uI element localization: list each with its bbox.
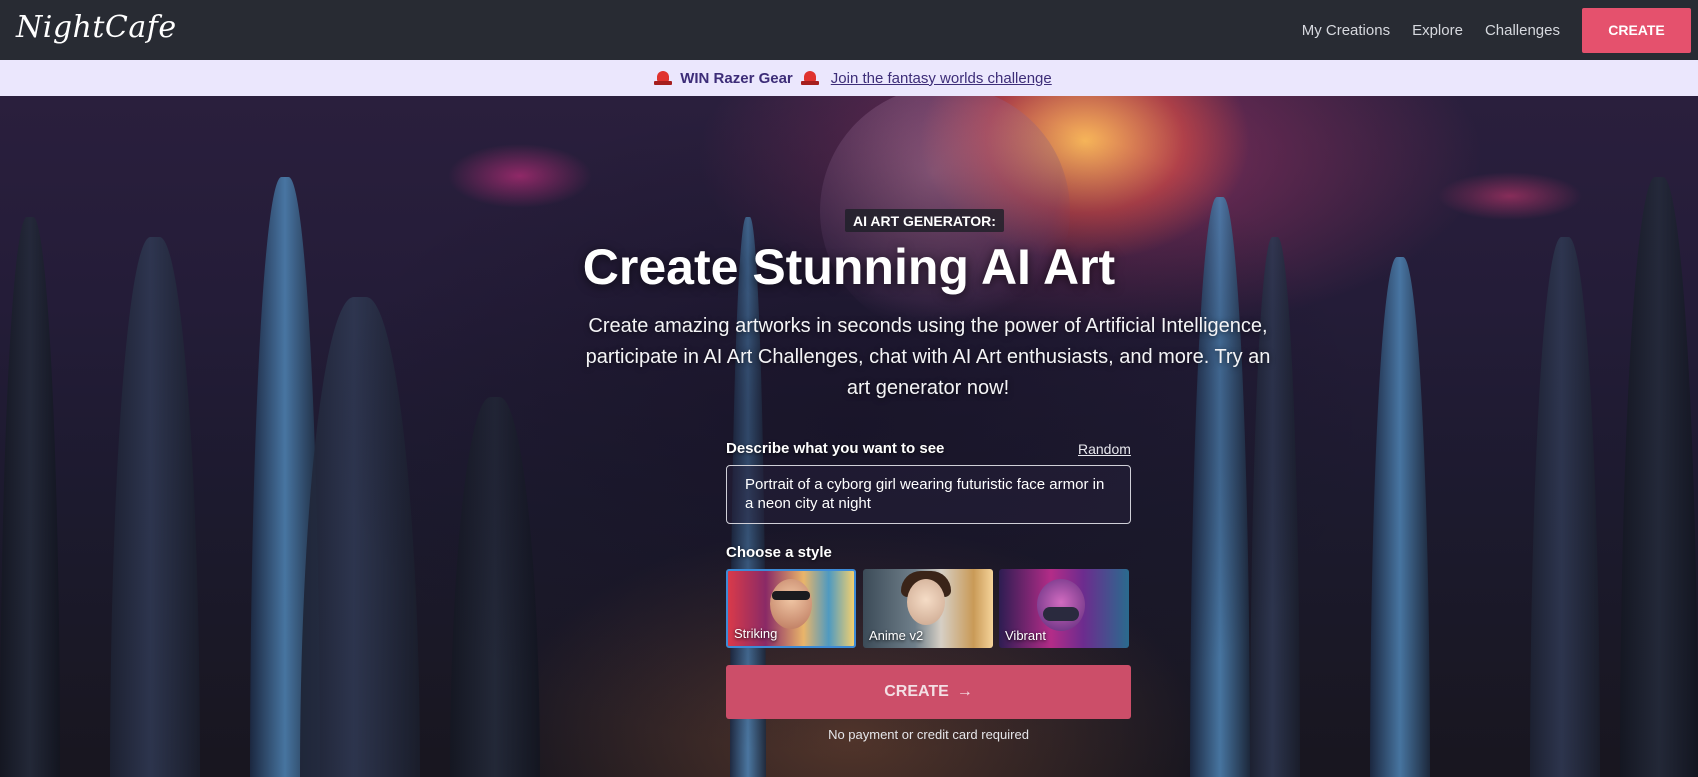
style-label: Choose a style [726, 544, 832, 561]
style-option-anime-v2[interactable]: Anime v2 [863, 569, 993, 648]
main-nav: My Creations Explore Challenges CREATE [1302, 0, 1698, 60]
challenge-link[interactable]: Join the fantasy worlds challenge [831, 70, 1052, 87]
no-payment-note: No payment or credit card required [828, 727, 1029, 742]
style-thumbnail-face [907, 579, 945, 625]
style-thumbnail-face [770, 579, 812, 629]
style-thumbnail-face [1037, 579, 1085, 631]
top-navigation-bar: NightCafe My Creations Explore Challenge… [0, 0, 1698, 60]
style-thumbnail-visor [772, 591, 810, 600]
prompt-label: Describe what you want to see [726, 440, 945, 457]
style-option-label: Anime v2 [869, 628, 924, 643]
nightcafe-logo[interactable]: NightCafe [16, 10, 177, 45]
alarm-light-icon [654, 71, 673, 85]
style-option-vibrant[interactable]: Vibrant [999, 569, 1129, 648]
promo-banner: WIN Razer Gear Join the fantasy worlds c… [0, 60, 1698, 96]
nav-explore[interactable]: Explore [1412, 22, 1463, 39]
alarm-light-icon [800, 71, 819, 85]
page-title: Create Stunning AI Art [582, 239, 1116, 295]
create-button[interactable]: CREATE → [726, 665, 1131, 719]
style-option-striking[interactable]: Striking [726, 569, 856, 648]
random-prompt-link[interactable]: Random [1078, 441, 1131, 457]
style-thumbnail-mask [1043, 607, 1079, 621]
prompt-input[interactable]: Portrait of a cyborg girl wearing futuri… [726, 465, 1131, 524]
create-button-label: CREATE [884, 683, 949, 700]
nav-challenges[interactable]: Challenges [1485, 22, 1560, 39]
style-option-label: Vibrant [1005, 628, 1046, 643]
ai-art-generator-tag: AI ART GENERATOR: [845, 209, 1004, 232]
banner-prize-text: WIN Razer Gear [680, 69, 793, 87]
hero-subheading: Create amazing artworks in seconds using… [585, 315, 1271, 399]
arrow-right-icon: → [956, 683, 973, 700]
nav-my-creations[interactable]: My Creations [1302, 22, 1390, 39]
header-create-button[interactable]: CREATE [1582, 7, 1691, 53]
style-option-label: Striking [734, 626, 778, 641]
